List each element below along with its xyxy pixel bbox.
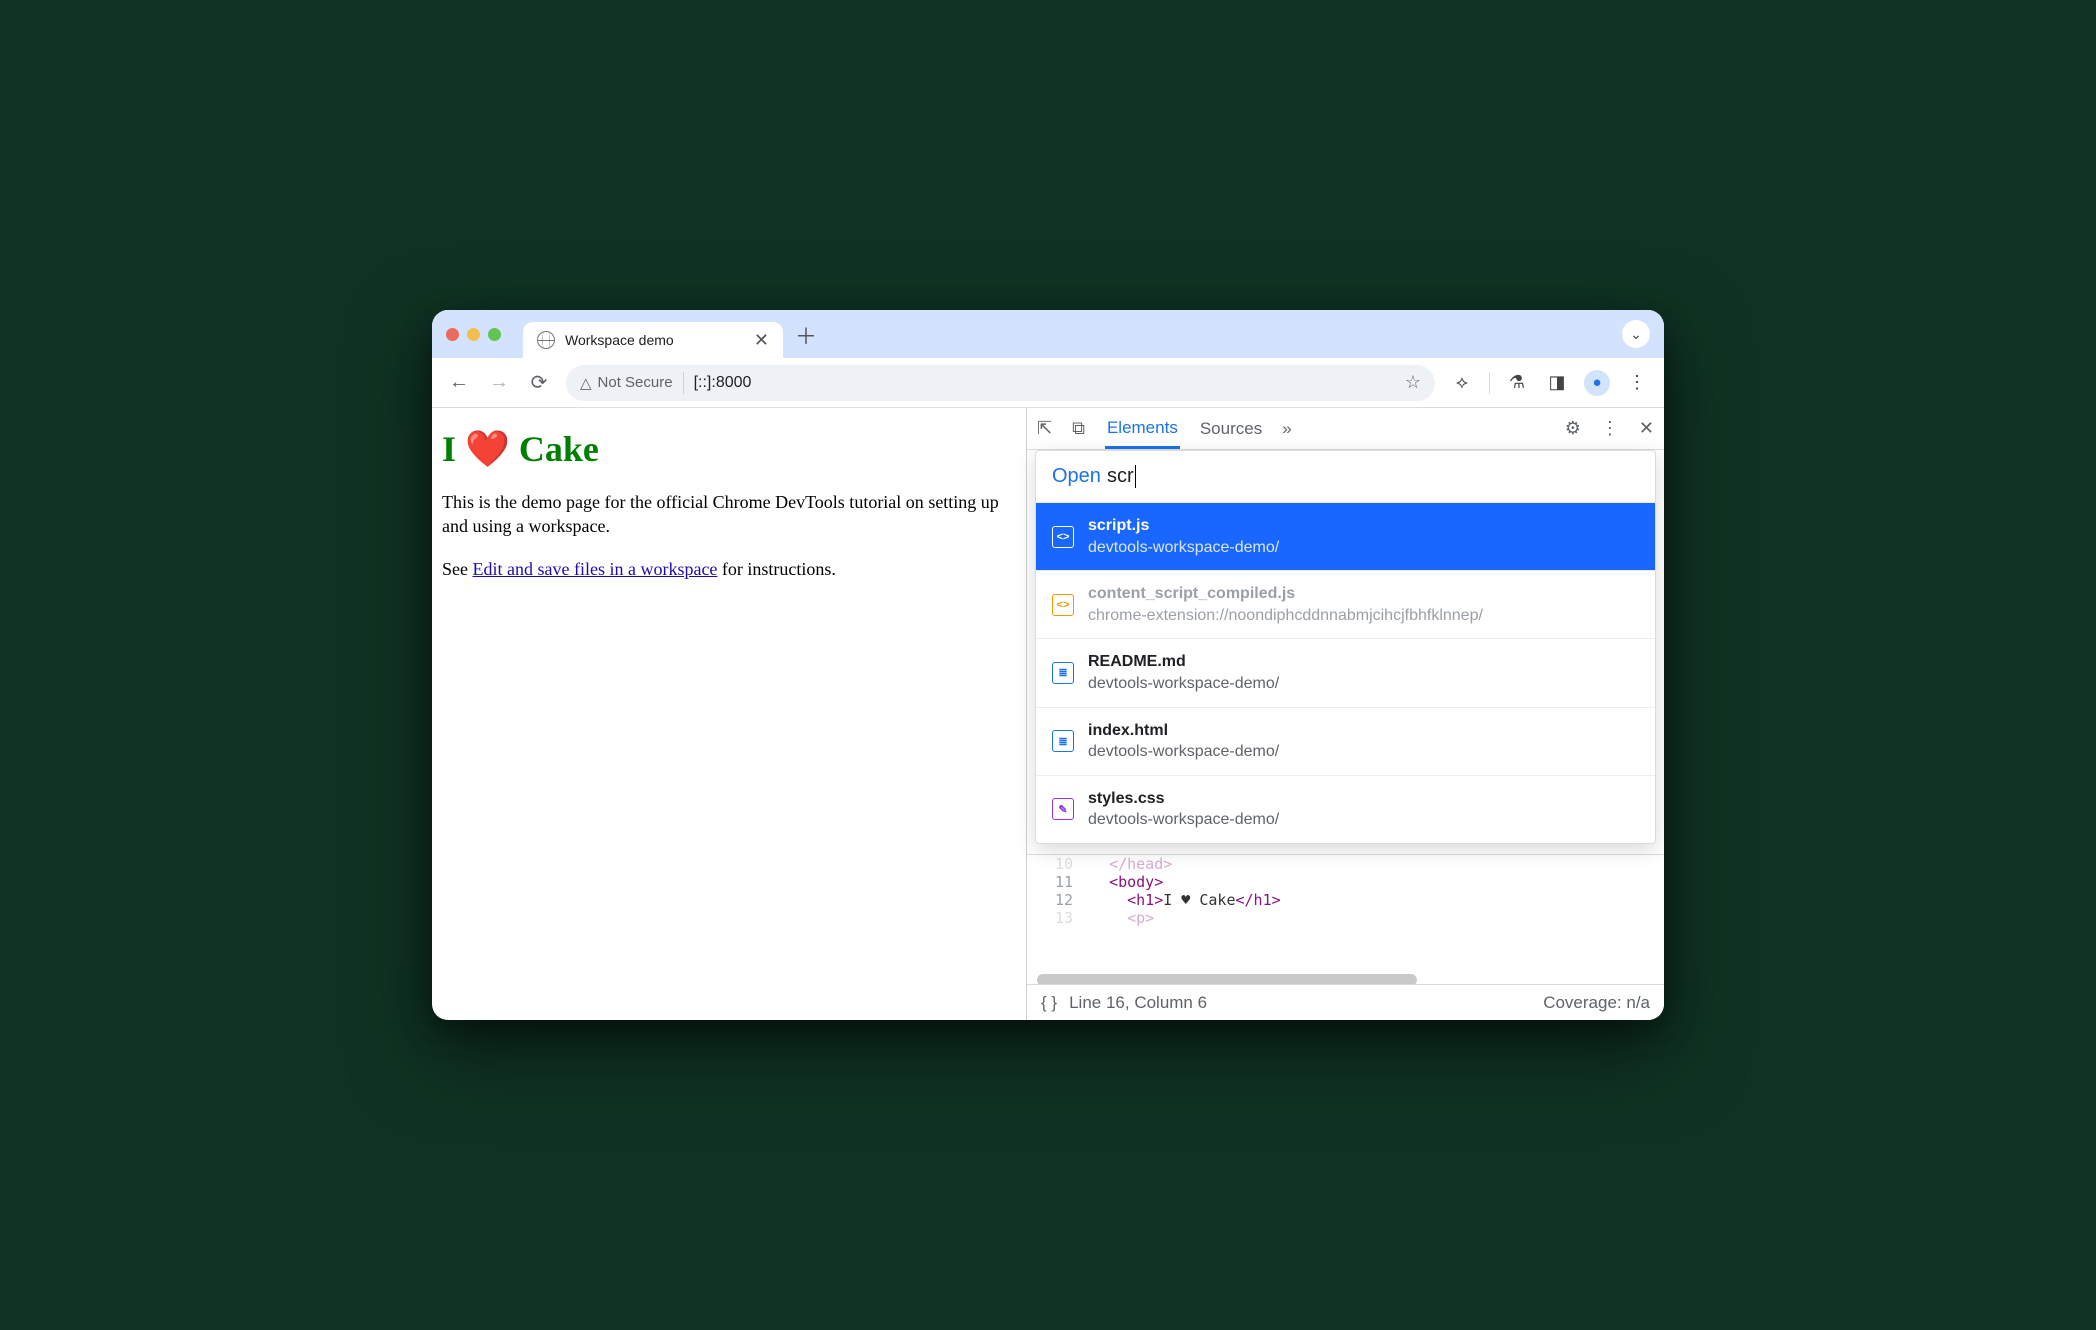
command-item-path: devtools-workspace-demo/ [1088, 809, 1279, 831]
extensions-icon[interactable]: ⟡ [1449, 372, 1475, 393]
file-icon: ≣ [1052, 662, 1074, 684]
url-text: [::]:8000 [694, 374, 752, 392]
command-typed: scr [1107, 465, 1136, 488]
command-results: <>script.jsdevtools-workspace-demo/<>con… [1036, 502, 1655, 843]
maximize-window-button[interactable] [488, 328, 501, 341]
coverage-status: Coverage: n/a [1543, 993, 1650, 1013]
tabs-overflow-icon[interactable]: » [1282, 419, 1291, 439]
close-icon[interactable]: ✕ [1639, 418, 1654, 439]
devtools-tabs: ⇱ ⧉ Elements Sources » ⚙ ⋮ ✕ [1027, 408, 1664, 450]
page-content: I ❤️ Cake This is the demo page for the … [432, 408, 1026, 1020]
profile-avatar[interactable]: ● [1584, 370, 1610, 396]
toolbar: ← → ⟳ △ Not Secure [::]:8000 ☆ ⟡ ⚗ ◨ ● ⋮ [432, 358, 1664, 408]
command-input[interactable]: Open scr [1036, 451, 1655, 502]
devtools-statusbar: { } Line 16, Column 6 Coverage: n/a [1027, 984, 1664, 1020]
forward-button[interactable]: → [486, 371, 512, 394]
file-icon: <> [1052, 526, 1074, 548]
command-item-title: content_script_compiled.js [1088, 583, 1483, 605]
command-item[interactable]: ✎ styles.cssdevtools-workspace-demo/ [1036, 775, 1655, 843]
file-icon: ≣ [1052, 730, 1074, 752]
chevron-down-icon[interactable]: ⌄ [1622, 320, 1650, 348]
labs-icon[interactable]: ⚗ [1504, 372, 1530, 393]
command-item-path: devtools-workspace-demo/ [1088, 741, 1279, 763]
omnibox[interactable]: △ Not Secure [::]:8000 ☆ [566, 365, 1435, 401]
command-item-title: styles.css [1088, 788, 1279, 810]
close-window-button[interactable] [446, 328, 459, 341]
devtools-panel: ⇱ ⧉ Elements Sources » ⚙ ⋮ ✕ Open scr [1026, 408, 1664, 1020]
gear-icon[interactable]: ⚙ [1565, 418, 1581, 439]
command-item[interactable]: <> script.jsdevtools-workspace-demo/ [1036, 502, 1655, 570]
horizontal-scrollbar[interactable] [1037, 974, 1417, 984]
command-item-title: script.js [1088, 515, 1279, 537]
browser-tab[interactable]: Workspace demo ✕ [523, 322, 783, 358]
security-label: Not Secure [598, 374, 673, 391]
command-item-title: README.md [1088, 651, 1279, 673]
new-tab-button[interactable]: ＋ [791, 320, 821, 350]
page-heading: I ❤️ Cake [442, 428, 1016, 470]
close-tab-icon[interactable]: ✕ [754, 330, 769, 351]
tab-elements[interactable]: Elements [1105, 408, 1180, 449]
star-icon[interactable]: ☆ [1405, 372, 1421, 393]
command-item-path: chrome-extension://noondiphcddnnabmjcihc… [1088, 605, 1483, 627]
workspace-link[interactable]: Edit and save files in a workspace [473, 559, 718, 579]
tab-strip: Workspace demo ✕ ＋ ⌄ [432, 310, 1664, 358]
window-controls [446, 328, 501, 341]
file-icon: <> [1052, 594, 1074, 616]
file-icon: ✎ [1052, 798, 1074, 820]
command-item-path: devtools-workspace-demo/ [1088, 673, 1279, 695]
page-paragraph-1: This is the demo page for the official C… [442, 490, 1016, 539]
page-paragraph-2: See Edit and save files in a workspace f… [442, 557, 1016, 581]
inspect-icon[interactable]: ⇱ [1037, 418, 1052, 439]
command-item-title: index.html [1088, 720, 1279, 742]
command-item[interactable]: <> content_script_compiled.jschrome-exten… [1036, 570, 1655, 638]
minimize-window-button[interactable] [467, 328, 480, 341]
device-icon[interactable]: ⧉ [1072, 418, 1085, 439]
command-label: Open [1052, 465, 1101, 488]
pretty-print-icon[interactable]: { } [1041, 993, 1057, 1013]
tab-sources[interactable]: Sources [1200, 419, 1262, 439]
reload-button[interactable]: ⟳ [526, 370, 552, 395]
kebab-menu-icon[interactable]: ⋮ [1624, 372, 1650, 393]
side-panel-icon[interactable]: ◨ [1544, 372, 1570, 393]
command-item[interactable]: ≣ index.htmldevtools-workspace-demo/ [1036, 707, 1655, 775]
command-menu: Open scr <>script.jsdevtools-workspace-d… [1035, 450, 1656, 844]
source-editor[interactable]: 10 </head>11 <body>12 <h1>I ♥ Cake</h1>1… [1027, 854, 1664, 984]
browser-window: Workspace demo ✕ ＋ ⌄ ← → ⟳ △ Not Secure … [432, 310, 1664, 1020]
security-indicator[interactable]: △ Not Secure [580, 374, 673, 392]
command-item[interactable]: ≣ README.mddevtools-workspace-demo/ [1036, 638, 1655, 706]
tab-title: Workspace demo [565, 332, 674, 348]
kebab-icon[interactable]: ⋮ [1601, 418, 1619, 439]
warning-icon: △ [580, 374, 592, 392]
command-item-path: devtools-workspace-demo/ [1088, 537, 1279, 559]
cursor-position: Line 16, Column 6 [1069, 993, 1207, 1013]
globe-icon [537, 331, 555, 349]
back-button[interactable]: ← [446, 371, 472, 394]
